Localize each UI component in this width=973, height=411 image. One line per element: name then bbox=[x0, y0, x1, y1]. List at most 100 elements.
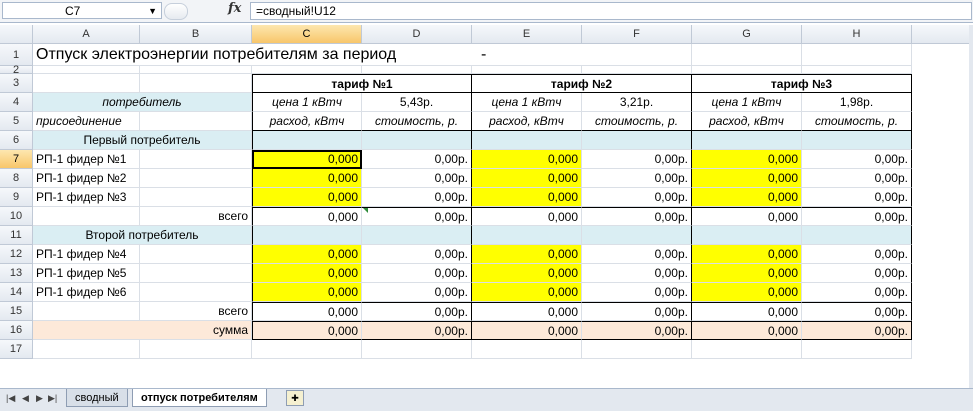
usage-input[interactable]: 0,000 bbox=[252, 169, 362, 188]
row-header-7[interactable]: 7 bbox=[0, 150, 33, 169]
usage-input[interactable]: 0,000 bbox=[692, 283, 802, 302]
cell-f2[interactable] bbox=[582, 66, 692, 74]
cell-b2[interactable] bbox=[140, 66, 252, 74]
feeder-label: РП-1 фидер №1 bbox=[33, 150, 252, 169]
group-band-cost bbox=[802, 226, 912, 245]
select-all-corner[interactable] bbox=[0, 25, 33, 44]
cell-a3[interactable] bbox=[33, 74, 140, 93]
vertical-scrollbar[interactable] bbox=[969, 25, 973, 388]
row-header-3[interactable]: 3 bbox=[0, 74, 33, 93]
cell-e17[interactable] bbox=[472, 340, 582, 359]
total-label: всего bbox=[33, 207, 252, 226]
usage-input[interactable]: 0,000 bbox=[252, 283, 362, 302]
cost-value: 0,00р. bbox=[582, 245, 692, 264]
usage-input[interactable]: 0,000 bbox=[472, 169, 582, 188]
usage-input[interactable]: 0,000 bbox=[472, 150, 582, 169]
chevron-down-icon[interactable]: ▼ bbox=[148, 3, 157, 19]
row-header-13[interactable]: 13 bbox=[0, 264, 33, 283]
usage-input[interactable]: 0,000 bbox=[692, 169, 802, 188]
column-header-a[interactable]: A bbox=[33, 25, 140, 44]
usage-input[interactable]: 0,000 bbox=[252, 245, 362, 264]
group-band-cost bbox=[362, 131, 472, 150]
last-sheet-icon[interactable]: ▶| bbox=[48, 393, 57, 404]
cell-b3[interactable] bbox=[140, 74, 252, 93]
cell-c17[interactable] bbox=[252, 340, 362, 359]
cell-g17[interactable] bbox=[692, 340, 802, 359]
new-sheet-icon[interactable]: ✚ bbox=[286, 390, 304, 406]
row-header-5[interactable]: 5 bbox=[0, 112, 33, 131]
row-header-9[interactable]: 9 bbox=[0, 188, 33, 207]
cell-d17[interactable] bbox=[362, 340, 472, 359]
row-header-12[interactable]: 12 bbox=[0, 245, 33, 264]
cell-f1[interactable] bbox=[582, 44, 692, 66]
usage-input[interactable]: 0,000 bbox=[252, 188, 362, 207]
total-usage: 0,000 bbox=[472, 207, 582, 226]
row-header-14[interactable]: 14 bbox=[0, 283, 33, 302]
usage-input[interactable]: 0,000 bbox=[472, 245, 582, 264]
name-box[interactable]: C7 ▼ bbox=[2, 2, 162, 19]
price-label-2: цена 1 кВтч bbox=[472, 93, 582, 112]
fx-icon[interactable]: fx bbox=[228, 1, 241, 16]
usage-input[interactable]: 0,000 bbox=[472, 188, 582, 207]
cell-a17[interactable] bbox=[33, 340, 140, 359]
total-usage: 0,000 bbox=[692, 321, 802, 340]
row-header-4[interactable]: 4 bbox=[0, 93, 33, 112]
tab-svodny[interactable]: сводный bbox=[66, 389, 128, 407]
cost-value: 0,00р. bbox=[802, 283, 912, 302]
error-indicator-icon[interactable] bbox=[363, 208, 368, 213]
formula-bar-splitter[interactable] bbox=[164, 3, 188, 20]
row-header-6[interactable]: 6 bbox=[0, 131, 33, 150]
tariff-header-1: тариф №1 bbox=[252, 74, 472, 93]
cell-h2[interactable] bbox=[802, 66, 912, 74]
group-band-usage bbox=[692, 131, 802, 150]
column-header-d[interactable]: D bbox=[362, 25, 472, 44]
row-header-2[interactable]: 2 bbox=[0, 65, 33, 76]
usage-input[interactable]: 0,000 bbox=[692, 245, 802, 264]
usage-label-2: расход, кВтч bbox=[472, 112, 582, 131]
usage-input[interactable]: 0,000 bbox=[692, 188, 802, 207]
formula-bar: C7 ▼ fx =сводный!U12 bbox=[0, 0, 973, 23]
total-usage: 0,000 bbox=[692, 302, 802, 321]
column-header-f[interactable]: F bbox=[582, 25, 692, 44]
title-dash: - bbox=[481, 46, 487, 63]
column-header-h[interactable]: H bbox=[802, 25, 912, 44]
cell-h1[interactable] bbox=[802, 44, 912, 66]
cell-a2[interactable] bbox=[33, 66, 140, 74]
column-header-g[interactable]: G bbox=[692, 25, 802, 44]
price-label-1: цена 1 кВтч bbox=[252, 93, 362, 112]
row-header-17[interactable]: 17 bbox=[0, 340, 33, 359]
cell-g2[interactable] bbox=[692, 66, 802, 74]
row-header-16[interactable]: 16 bbox=[0, 321, 33, 340]
cell-g1[interactable] bbox=[692, 44, 802, 66]
cell-c2[interactable] bbox=[252, 66, 362, 74]
usage-input[interactable]: 0,000 bbox=[252, 264, 362, 283]
formula-input[interactable]: =сводный!U12 bbox=[250, 2, 972, 20]
cell-b17[interactable] bbox=[140, 340, 252, 359]
usage-input[interactable]: 0,000 bbox=[472, 283, 582, 302]
column-header-extra[interactable] bbox=[912, 25, 972, 44]
usage-input[interactable]: 0,000 bbox=[692, 150, 802, 169]
group-band-usage bbox=[472, 131, 582, 150]
column-header-c[interactable]: C bbox=[252, 25, 362, 44]
row-header-8[interactable]: 8 bbox=[0, 169, 33, 188]
next-sheet-icon[interactable]: ▶ bbox=[36, 393, 43, 404]
cell-f17[interactable] bbox=[582, 340, 692, 359]
cost-value: 0,00р. bbox=[802, 188, 912, 207]
cell-d2[interactable] bbox=[362, 66, 472, 74]
first-sheet-icon[interactable]: |◀ bbox=[6, 393, 15, 404]
row-header-15[interactable]: 15 bbox=[0, 302, 33, 321]
column-header-e[interactable]: E bbox=[472, 25, 582, 44]
row-header-10[interactable]: 10 bbox=[0, 207, 33, 226]
column-header-b[interactable]: B bbox=[140, 25, 252, 44]
cell-e2[interactable] bbox=[472, 66, 582, 74]
usage-input[interactable]: 0,000 bbox=[252, 150, 362, 169]
row-header-11[interactable]: 11 bbox=[0, 226, 33, 245]
usage-input[interactable]: 0,000 bbox=[692, 264, 802, 283]
tab-otpusk[interactable]: отпуск потребителям bbox=[132, 389, 267, 407]
cell-h17[interactable] bbox=[802, 340, 912, 359]
row-header-1[interactable]: 1 bbox=[0, 44, 33, 66]
prev-sheet-icon[interactable]: ◀ bbox=[22, 393, 29, 404]
usage-input[interactable]: 0,000 bbox=[472, 264, 582, 283]
cost-value: 0,00р. bbox=[582, 283, 692, 302]
sheet-title: Отпуск электроэнергии потребителям за пе… bbox=[33, 44, 582, 66]
